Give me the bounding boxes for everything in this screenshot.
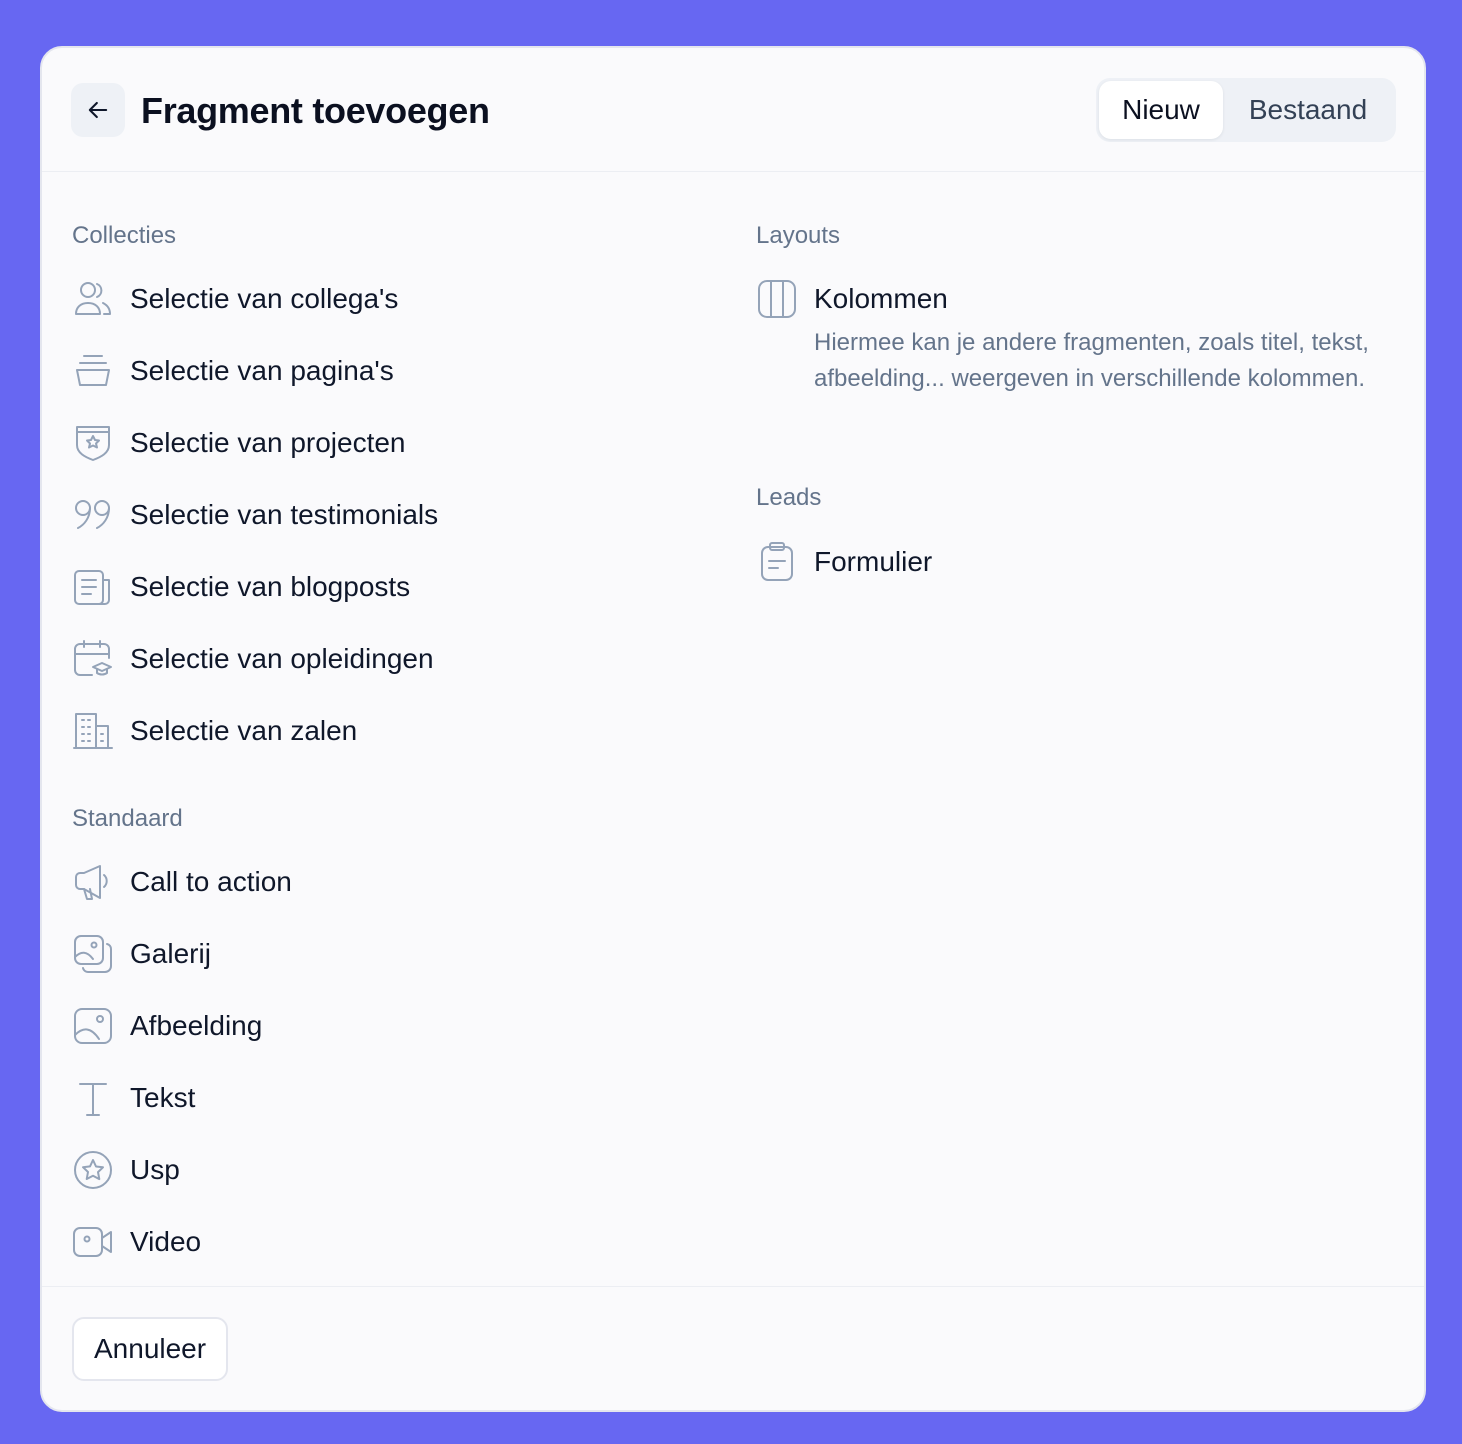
mode-toggle: Nieuw Bestaand bbox=[1096, 78, 1396, 142]
item-label: Formulier bbox=[814, 546, 933, 577]
text-icon bbox=[72, 1077, 114, 1119]
item-label: Tekst bbox=[130, 1082, 196, 1113]
dialog-footer: Annuleer bbox=[42, 1286, 1424, 1410]
item-blogposts[interactable]: Selectie van blogposts bbox=[72, 566, 410, 608]
tab-nieuw[interactable]: Nieuw bbox=[1099, 81, 1223, 139]
item-label: Usp bbox=[130, 1154, 180, 1185]
item-kolommen[interactable]: Kolommen bbox=[756, 278, 948, 320]
quote-icon bbox=[72, 494, 114, 536]
dialog-header: Fragment toevoegen Nieuw Bestaand bbox=[42, 48, 1424, 172]
image-icon bbox=[72, 1005, 114, 1047]
clipboard-icon bbox=[756, 541, 798, 583]
add-fragment-dialog: Fragment toevoegen Nieuw Bestaand Collec… bbox=[40, 46, 1426, 1412]
section-heading-collecties: Collecties bbox=[72, 222, 177, 249]
building-icon bbox=[72, 710, 114, 752]
item-label: Galerij bbox=[130, 938, 211, 969]
item-label: Selectie van blogposts bbox=[130, 571, 411, 602]
item-usp[interactable]: Usp bbox=[72, 1149, 180, 1191]
columns-icon bbox=[756, 278, 798, 320]
item-video[interactable]: Video bbox=[72, 1221, 201, 1263]
cancel-button[interactable]: Annuleer bbox=[72, 1317, 229, 1381]
item-label: Selectie van collega's bbox=[130, 283, 399, 314]
item-label: Kolommen bbox=[814, 283, 948, 314]
dialog-title: Fragment toevoegen bbox=[141, 90, 490, 131]
item-call-to-action[interactable]: Call to action bbox=[72, 861, 292, 903]
item-label: Selectie van testimonials bbox=[130, 499, 439, 530]
arrow-left-icon bbox=[88, 101, 108, 119]
gallery-icon bbox=[72, 933, 114, 975]
tab-bestaand[interactable]: Bestaand bbox=[1223, 81, 1393, 139]
item-tekst[interactable]: Tekst bbox=[72, 1077, 195, 1119]
kolommen-description: Hiermee kan je andere fragmenten, zoals … bbox=[814, 329, 1369, 392]
item-label: Selectie van zalen bbox=[130, 715, 358, 746]
back-button[interactable] bbox=[71, 83, 125, 137]
section-heading-leads: Leads bbox=[756, 484, 822, 511]
item-label: Selectie van projecten bbox=[130, 427, 406, 458]
item-projecten[interactable]: Selectie van projecten bbox=[72, 422, 406, 464]
shield-star-icon bbox=[72, 422, 114, 464]
users-icon bbox=[72, 278, 114, 320]
item-zalen[interactable]: Selectie van zalen bbox=[72, 710, 357, 752]
item-label: Selectie van opleidingen bbox=[130, 643, 434, 674]
item-collega[interactable]: Selectie van collega's bbox=[72, 278, 398, 320]
megaphone-icon bbox=[72, 861, 114, 903]
item-afbeelding[interactable]: Afbeelding bbox=[72, 1005, 262, 1047]
video-icon bbox=[72, 1221, 114, 1263]
stack-icon bbox=[72, 350, 114, 392]
section-heading-layouts: Layouts bbox=[756, 222, 841, 249]
item-label: Call to action bbox=[130, 866, 292, 897]
section-heading-standaard: Standaard bbox=[72, 805, 183, 832]
item-galerij[interactable]: Galerij bbox=[72, 933, 211, 975]
item-pagina[interactable]: Selectie van pagina's bbox=[72, 350, 394, 392]
item-label: Video bbox=[130, 1226, 202, 1257]
star-circle-icon bbox=[72, 1149, 114, 1191]
item-label: Afbeelding bbox=[130, 1010, 263, 1041]
calendar-graduation-icon bbox=[72, 638, 114, 680]
newspaper-icon bbox=[72, 566, 114, 608]
item-testimonials[interactable]: Selectie van testimonials bbox=[72, 494, 438, 536]
item-label: Selectie van pagina's bbox=[130, 355, 394, 386]
item-opleidingen[interactable]: Selectie van opleidingen bbox=[72, 638, 434, 680]
item-formulier[interactable]: Formulier bbox=[756, 541, 932, 583]
